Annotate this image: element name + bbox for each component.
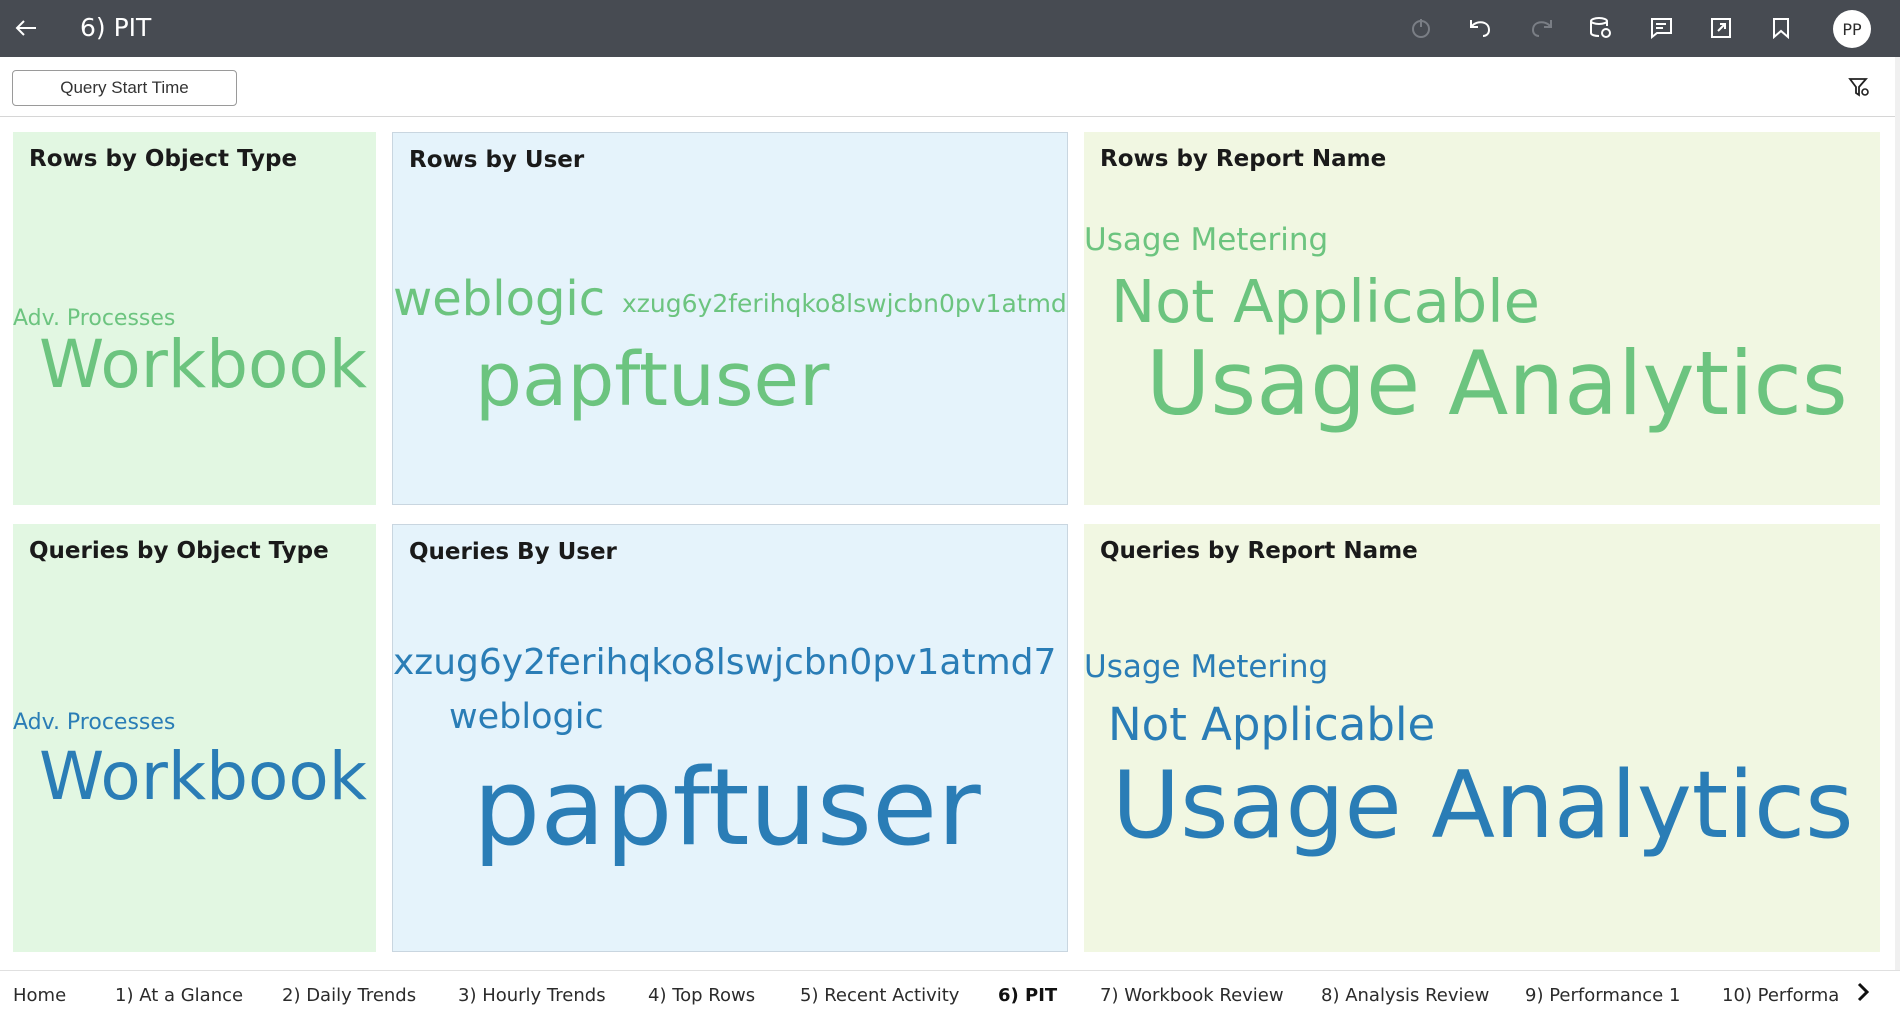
rows-by-user-tile[interactable]: Rows by User weblogic xzug6y2ferihqko8ls… [392, 132, 1068, 505]
word-cloud-item[interactable]: Usage Analytics [1112, 759, 1854, 852]
filter-bar: Query Start Time [0, 57, 1895, 117]
word-cloud-item[interactable]: Usage Metering [1084, 652, 1328, 683]
tab-top-rows[interactable]: 4) Top Rows [648, 985, 755, 1006]
tab-workbook-review[interactable]: 7) Workbook Review [1100, 985, 1284, 1006]
dashboard-canvas: Rows by Object Type Adv. Processes Workb… [0, 118, 1895, 970]
present-icon[interactable] [1705, 12, 1737, 44]
queries-by-user-tile[interactable]: Queries By User xzug6y2ferihqko8lswjcbn0… [392, 524, 1068, 952]
queries-by-object-type-tile[interactable]: Queries by Object Type Adv. Processes Wo… [13, 524, 376, 952]
tab-performance-1[interactable]: 9) Performance 1 [1525, 985, 1680, 1006]
refresh-icon [1405, 12, 1437, 44]
tab-home[interactable]: Home [13, 985, 66, 1006]
tile-title: Queries By User [409, 539, 617, 565]
undo-icon[interactable] [1465, 12, 1497, 44]
word-cloud-item[interactable]: Adv. Processes [13, 712, 175, 734]
word-cloud-item[interactable]: weblogic [393, 275, 605, 323]
word-cloud-item[interactable]: xzug6y2ferihqko8lswjcbn0pv1atmd7 [622, 291, 1067, 316]
word-cloud-item[interactable]: Workbook [39, 744, 367, 810]
queries-by-report-name-tile[interactable]: Queries by Report Name Usage Metering No… [1084, 524, 1880, 952]
rows-by-object-type-tile[interactable]: Rows by Object Type Adv. Processes Workb… [13, 132, 376, 505]
tab-at-a-glance[interactable]: 1) At a Glance [115, 985, 243, 1006]
word-cloud-item[interactable]: weblogic [449, 700, 604, 735]
word-cloud-item[interactable]: xzug6y2ferihqko8lswjcbn0pv1atmd7 [393, 645, 1056, 681]
tile-title: Rows by Object Type [29, 146, 298, 172]
comments-icon[interactable] [1645, 12, 1677, 44]
tab-pit[interactable]: 6) PIT [998, 985, 1057, 1006]
word-cloud-item[interactable]: papftuser [475, 343, 829, 417]
word-cloud-item[interactable]: Usage Metering [1084, 225, 1328, 256]
filter-icon[interactable] [1845, 73, 1873, 101]
tab-analysis-review[interactable]: 8) Analysis Review [1321, 985, 1489, 1006]
rows-by-report-name-tile[interactable]: Rows by Report Name Usage Metering Not A… [1084, 132, 1880, 505]
tab-daily-trends[interactable]: 2) Daily Trends [282, 985, 416, 1006]
tile-title: Rows by Report Name [1100, 146, 1387, 172]
word-cloud-item[interactable]: Usage Analytics [1146, 340, 1848, 428]
app-header: 6) PIT PP [0, 0, 1900, 57]
word-cloud-item[interactable]: Not Applicable [1108, 702, 1435, 747]
page-title: 6) PIT [80, 13, 152, 42]
query-start-time-filter[interactable]: Query Start Time [12, 70, 237, 106]
tile-title: Rows by User [409, 147, 585, 173]
tile-title: Queries by Object Type [29, 538, 329, 564]
tab-hourly-trends[interactable]: 3) Hourly Trends [458, 985, 606, 1006]
word-cloud-item[interactable]: Workbook [39, 332, 367, 398]
word-cloud-item[interactable]: Not Applicable [1111, 272, 1540, 331]
redo-icon [1525, 12, 1557, 44]
back-arrow-icon[interactable] [10, 12, 42, 44]
data-refresh-icon[interactable] [1585, 12, 1617, 44]
tile-title: Queries by Report Name [1100, 538, 1418, 564]
tab-performance-2[interactable]: 10) Performa [1722, 985, 1842, 1006]
page-tabs: Home 1) At a Glance 2) Daily Trends 3) H… [0, 970, 1900, 1009]
scrollbar[interactable] [1895, 57, 1900, 970]
word-cloud-item[interactable]: papftuser [473, 755, 981, 861]
avatar[interactable]: PP [1833, 10, 1871, 48]
chevron-right-icon[interactable] [1851, 980, 1875, 1004]
bookmark-icon[interactable] [1765, 12, 1797, 44]
tab-recent-activity[interactable]: 5) Recent Activity [800, 985, 959, 1006]
